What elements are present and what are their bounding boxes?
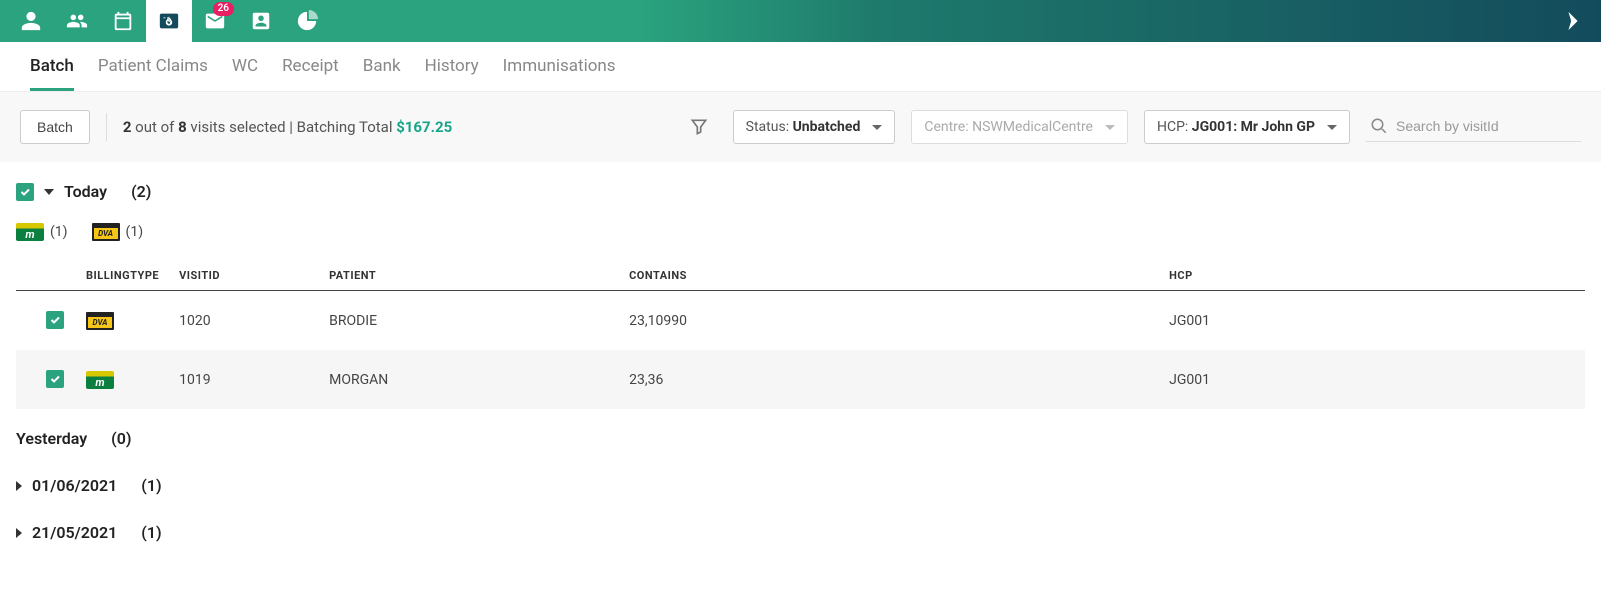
tab-history[interactable]: History <box>425 56 479 91</box>
group-2105-label: 21/05/2021 <box>32 523 117 542</box>
tab-patient-claims[interactable]: Patient Claims <box>98 56 208 91</box>
type-badge-row: m (1) DVA (1) <box>16 213 1585 261</box>
cell-patient: BRODIE <box>319 291 619 351</box>
tab-immunisations[interactable]: Immunisations <box>503 56 616 91</box>
search-input[interactable] <box>1396 118 1577 134</box>
table-row[interactable]: m 1019 MORGAN 23,36 JG001 <box>16 350 1585 409</box>
cell-contains: 23,10990 <box>619 291 1159 351</box>
filter-icon[interactable] <box>689 117 709 137</box>
cell-contains: 23,36 <box>619 350 1159 409</box>
nav-people-icon[interactable] <box>54 0 100 42</box>
top-navbar: $ 26 <box>0 0 1601 42</box>
group-today-label: Today <box>64 182 107 201</box>
tab-wc[interactable]: WC <box>232 56 258 91</box>
cell-hcp: JG001 <box>1159 291 1585 351</box>
col-visitid: VISITID <box>169 261 319 291</box>
tab-batch[interactable]: Batch <box>30 56 74 91</box>
status-dropdown[interactable]: Status: Unbatched <box>733 110 896 144</box>
batch-button[interactable]: Batch <box>20 110 90 144</box>
filter-toolbar: Batch 2 out of 8 visits selected | Batch… <box>0 92 1601 162</box>
group-2105-count: (1) <box>141 523 161 542</box>
group-date-2105[interactable]: 21/05/2021 (1) <box>16 503 1585 542</box>
centre-dropdown[interactable]: Centre: NSWMedicalCentre <box>911 110 1128 144</box>
medicare-count: (1) <box>50 224 68 240</box>
group-yesterday[interactable]: Yesterday (0) <box>16 409 1585 456</box>
caret-right-icon[interactable] <box>16 528 22 538</box>
search-icon <box>1370 117 1388 135</box>
search-wrap <box>1366 113 1581 142</box>
group-yesterday-count: (0) <box>111 429 131 448</box>
col-contains: CONTAINS <box>619 261 1159 291</box>
cell-hcp: JG001 <box>1159 350 1585 409</box>
tab-receipt[interactable]: Receipt <box>282 56 339 91</box>
selection-summary: 2 out of 8 visits selected | Batching To… <box>123 118 452 136</box>
cell-visitid: 1020 <box>169 291 319 351</box>
nav-billing-icon[interactable]: $ <box>146 0 192 42</box>
tab-bank[interactable]: Bank <box>363 56 401 91</box>
app-logo-icon <box>1553 10 1593 32</box>
row-checkbox[interactable] <box>46 370 64 388</box>
visits-table: BILLINGTYPE VISITID PATIENT CONTAINS HCP… <box>16 261 1585 409</box>
medicare-badge-icon: m <box>16 223 44 241</box>
dva-badge-icon: DVA <box>86 312 114 330</box>
caret-right-icon[interactable] <box>16 481 22 491</box>
cell-visitid: 1019 <box>169 350 319 409</box>
group-today-caret[interactable] <box>44 189 54 195</box>
dva-badge-icon: DVA <box>92 223 120 241</box>
group-0106-count: (1) <box>141 476 161 495</box>
nav-messages-icon[interactable]: 26 <box>192 0 238 42</box>
nav-patient-icon[interactable] <box>8 0 54 42</box>
messages-badge: 26 <box>213 2 234 16</box>
divider <box>106 113 107 141</box>
sub-tabs: Batch Patient Claims WC Receipt Bank His… <box>0 42 1601 92</box>
group-today-header: Today (2) <box>16 162 1585 213</box>
table-row[interactable]: DVA 1020 BRODIE 23,10990 JG001 <box>16 291 1585 351</box>
dva-count: (1) <box>126 224 144 240</box>
col-patient: PATIENT <box>319 261 619 291</box>
group-0106-label: 01/06/2021 <box>32 476 117 495</box>
col-hcp: HCP <box>1159 261 1585 291</box>
col-billingtype: BILLINGTYPE <box>76 261 169 291</box>
group-yesterday-label: Yesterday <box>16 429 87 448</box>
row-checkbox[interactable] <box>46 311 64 329</box>
nav-calendar-icon[interactable] <box>100 0 146 42</box>
group-today-checkbox[interactable] <box>16 183 34 201</box>
medicare-badge-icon: m <box>86 371 114 389</box>
nav-reports-icon[interactable] <box>284 0 330 42</box>
cell-patient: MORGAN <box>319 350 619 409</box>
svg-text:$: $ <box>166 17 171 28</box>
hcp-dropdown[interactable]: HCP: JG001: Mr John GP <box>1144 110 1350 144</box>
nav-contact-icon[interactable] <box>238 0 284 42</box>
group-date-0106[interactable]: 01/06/2021 (1) <box>16 456 1585 503</box>
group-today-count: (2) <box>131 182 151 201</box>
